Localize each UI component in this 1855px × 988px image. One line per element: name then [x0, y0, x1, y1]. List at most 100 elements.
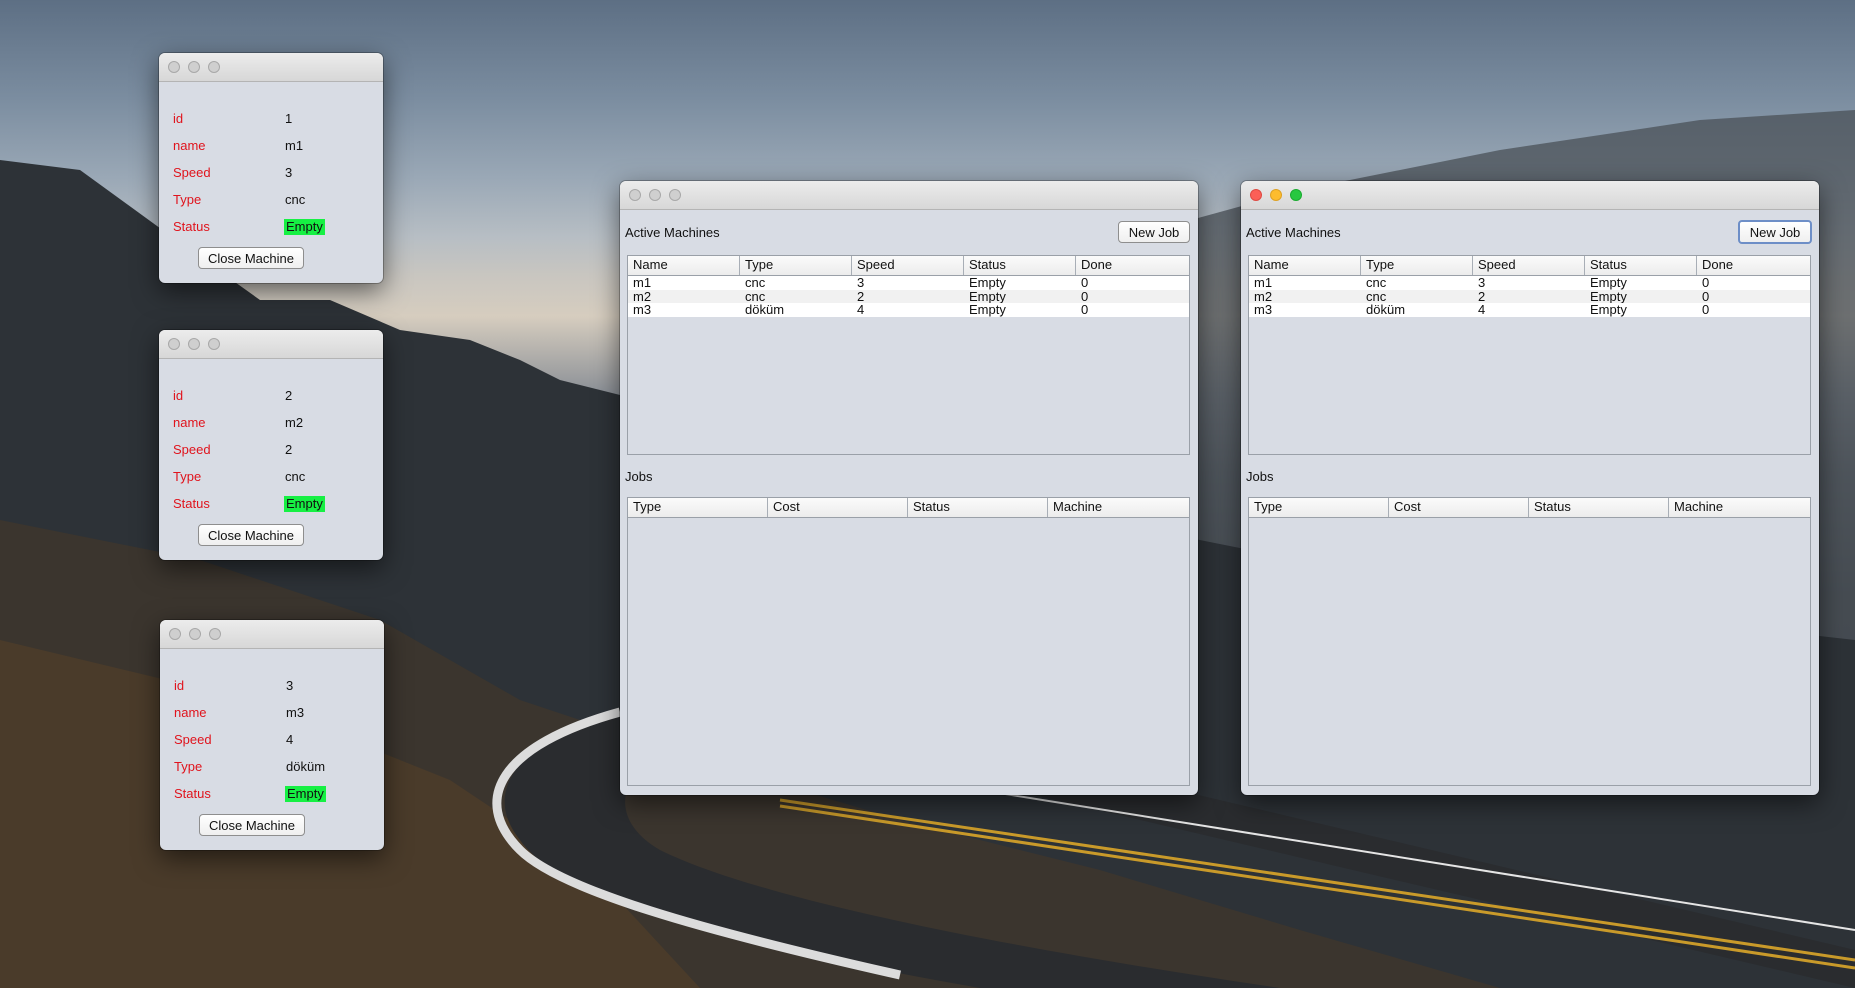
column-header-speed[interactable]: Speed [1473, 256, 1585, 275]
field-id: id 2 [173, 388, 292, 404]
column-header-status[interactable]: Status [1585, 256, 1697, 275]
manager-window-inactive: Active Machines New Job Name Type Speed … [620, 181, 1198, 795]
table-cell: Empty [969, 289, 1006, 303]
table-row[interactable]: m1 cnc 3 Empty 0 [628, 276, 1189, 290]
column-header-name[interactable]: Name [1249, 256, 1361, 275]
window-titlebar[interactable] [159, 330, 383, 359]
machines-table[interactable]: Name Type Speed Status Done m1 cnc 3 Emp… [1248, 255, 1811, 455]
column-header-type[interactable]: Type [1249, 498, 1389, 517]
field-speed: Speed 2 [173, 442, 292, 458]
status-badge: Empty [285, 786, 326, 802]
zoom-window-icon[interactable] [1290, 189, 1302, 201]
column-header-done[interactable]: Done [1697, 256, 1810, 275]
table-cell: 0 [1081, 276, 1089, 290]
table-cell: m3 [633, 303, 652, 317]
close-window-icon[interactable] [168, 61, 180, 73]
close-window-icon[interactable] [629, 189, 641, 201]
field-type: Type cnc [173, 192, 305, 208]
close-window-icon[interactable] [1250, 189, 1262, 201]
window-titlebar[interactable] [159, 53, 383, 82]
table-cell: döküm [745, 303, 785, 317]
machines-table[interactable]: Name Type Speed Status Done m1 cnc 3 Emp… [627, 255, 1190, 455]
field-name: name m2 [173, 415, 303, 431]
field-value: m3 [286, 705, 305, 720]
field-value: 4 [286, 732, 294, 747]
table-cell: 0 [1702, 276, 1710, 290]
jobs-table[interactable]: Type Cost Status Machine [1248, 497, 1811, 786]
table-cell: m1 [633, 276, 652, 290]
zoom-window-icon[interactable] [208, 61, 220, 73]
jobs-table[interactable]: Type Cost Status Machine [627, 497, 1190, 786]
field-value: döküm [286, 759, 326, 774]
field-label: id [173, 111, 184, 126]
zoom-window-icon[interactable] [209, 628, 221, 640]
new-job-button[interactable]: New Job [1738, 220, 1812, 244]
field-id: id 3 [174, 678, 293, 694]
field-id: id 1 [173, 111, 292, 127]
field-value: m1 [285, 138, 304, 153]
status-badge: Empty [284, 496, 325, 512]
field-type: Type döküm [174, 759, 325, 775]
column-header-cost[interactable]: Cost [768, 498, 908, 517]
field-label: Type [173, 469, 202, 484]
close-machine-button[interactable]: Close Machine [198, 524, 304, 546]
minimize-window-icon[interactable] [189, 628, 201, 640]
column-header-status[interactable]: Status [964, 256, 1076, 275]
table-cell: m2 [1254, 289, 1273, 303]
minimize-window-icon[interactable] [188, 338, 200, 350]
machine-window-1: id 1 name m1 Speed 3 Type cnc Status Empty Cl… [159, 53, 383, 283]
column-header-name[interactable]: Name [628, 256, 740, 275]
zoom-window-icon[interactable] [208, 338, 220, 350]
window-titlebar[interactable] [1241, 181, 1819, 210]
minimize-window-icon[interactable] [188, 61, 200, 73]
table-row[interactable]: m3 döküm 4 Empty 0 [628, 303, 1189, 317]
field-label: Status [173, 219, 210, 234]
window-titlebar[interactable] [620, 181, 1198, 210]
minimize-window-icon[interactable] [1270, 189, 1282, 201]
field-label: id [173, 388, 184, 403]
column-header-speed[interactable]: Speed [852, 256, 964, 275]
active-machines-label: Active Machines [625, 225, 720, 240]
table-header: Name Type Speed Status Done [628, 256, 1189, 276]
table-cell: 0 [1081, 303, 1089, 317]
column-header-type[interactable]: Type [740, 256, 852, 275]
column-header-status[interactable]: Status [1529, 498, 1669, 517]
table-row[interactable]: m2 cnc 2 Empty 0 [1249, 289, 1810, 303]
field-status: Status Empty [174, 786, 326, 802]
field-value: m2 [285, 415, 304, 430]
table-row[interactable]: m2 cnc 2 Empty 0 [628, 289, 1189, 303]
field-label: Status [174, 786, 211, 801]
window-titlebar[interactable] [160, 620, 384, 649]
field-value: 1 [285, 111, 293, 126]
minimize-window-icon[interactable] [649, 189, 661, 201]
column-header-done[interactable]: Done [1076, 256, 1189, 275]
field-label: Speed [173, 442, 211, 457]
zoom-window-icon[interactable] [669, 189, 681, 201]
close-window-icon[interactable] [168, 338, 180, 350]
field-value: 2 [285, 388, 293, 403]
column-header-type[interactable]: Type [628, 498, 768, 517]
column-header-machine[interactable]: Machine [1669, 498, 1810, 517]
table-cell: Empty [1590, 289, 1627, 303]
status-badge: Empty [284, 219, 325, 235]
new-job-button[interactable]: New Job [1118, 221, 1190, 243]
field-label: name [173, 138, 206, 153]
field-value: 3 [286, 678, 294, 693]
column-header-status[interactable]: Status [908, 498, 1048, 517]
table-cell: 2 [857, 289, 865, 303]
field-label: name [173, 415, 206, 430]
table-row[interactable]: m3 döküm 4 Empty 0 [1249, 303, 1810, 317]
table-cell: 3 [1478, 276, 1486, 290]
table-row[interactable]: m1 cnc 3 Empty 0 [1249, 276, 1810, 290]
close-window-icon[interactable] [169, 628, 181, 640]
column-header-cost[interactable]: Cost [1389, 498, 1529, 517]
field-speed: Speed 4 [174, 732, 293, 748]
machine-window-3: id 3 name m3 Speed 4 Type döküm Status Empty … [160, 620, 384, 850]
column-header-type[interactable]: Type [1361, 256, 1473, 275]
column-header-machine[interactable]: Machine [1048, 498, 1189, 517]
table-cell: Empty [1590, 303, 1627, 317]
close-machine-button[interactable]: Close Machine [198, 247, 304, 269]
field-speed: Speed 3 [173, 165, 292, 181]
table-header: Name Type Speed Status Done [1249, 256, 1810, 276]
close-machine-button[interactable]: Close Machine [199, 814, 305, 836]
